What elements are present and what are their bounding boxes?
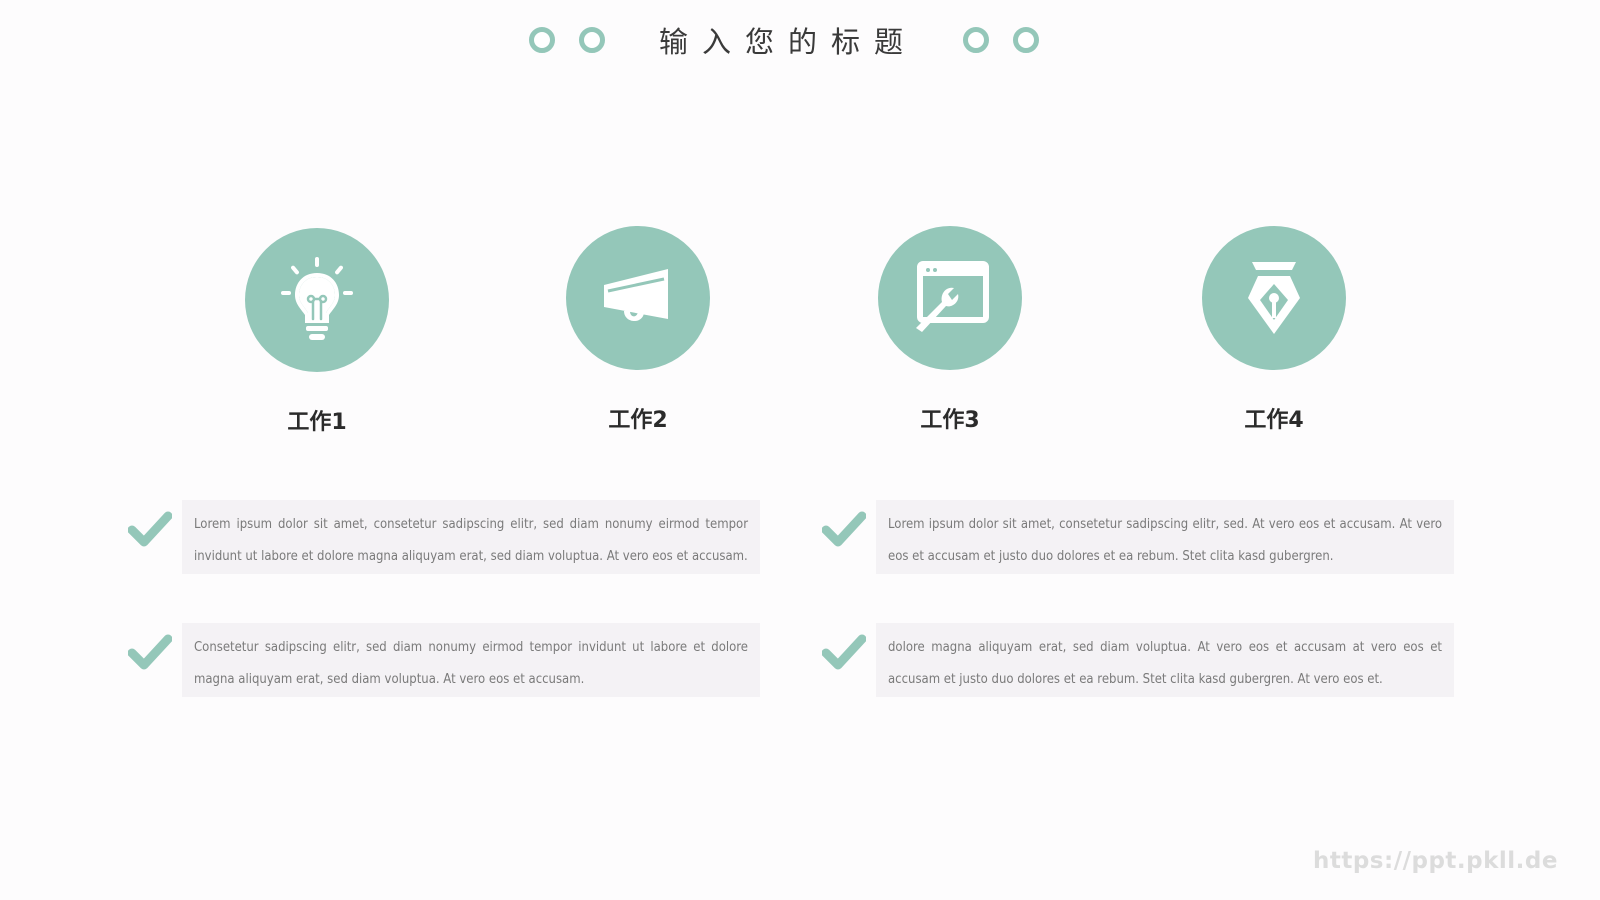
point-item: Consetetur sadipscing elitr, sed diam no…: [128, 623, 760, 697]
point-text: dolore magna aliquyam erat, sed diam vol…: [876, 623, 1454, 697]
header: 输入您的标题: [0, 18, 1568, 62]
page-title: 输入您的标题: [658, 25, 917, 59]
feature-circle: [878, 226, 1022, 370]
feature-card-2: 工作2: [538, 226, 738, 434]
point-text: Lorem ipsum dolor sit amet, consetetur s…: [876, 500, 1454, 574]
point-text: Lorem ipsum dolor sit amet, consetetur s…: [182, 500, 760, 574]
lightbulb-icon: [281, 257, 353, 340]
megaphone-icon: [604, 269, 668, 322]
point-text: Consetetur sadipscing elitr, sed diam no…: [182, 623, 760, 697]
point-item: Lorem ipsum dolor sit amet, consetetur s…: [128, 500, 760, 574]
feature-circle: [1202, 226, 1346, 370]
feature-card-1: 工作1: [217, 228, 417, 436]
pen-nib-icon: [1248, 262, 1300, 334]
check-icon: [822, 511, 866, 547]
watermark: https://ppt.pkll.de: [1312, 848, 1558, 874]
ring-icon: [528, 27, 555, 53]
feature-card-3: 工作3: [850, 226, 1050, 434]
feature-circle: [245, 228, 389, 372]
feature-card-4: 工作4: [1174, 226, 1374, 434]
title-row: 输入您的标题: [528, 18, 1039, 62]
feature-circle: [566, 226, 710, 370]
ring-icon: [1013, 27, 1039, 53]
ring-icon: [578, 27, 605, 53]
point-item: Lorem ipsum dolor sit amet, consetetur s…: [822, 500, 1454, 574]
check-icon: [822, 634, 866, 670]
feature-label: 工作1: [287, 410, 347, 435]
point-item: dolore magna aliquyam erat, sed diam vol…: [822, 623, 1454, 697]
browser-wrench-icon: [916, 261, 989, 332]
feature-label: 工作4: [1244, 408, 1304, 433]
check-icon: [128, 634, 172, 670]
feature-label: 工作3: [920, 408, 980, 433]
check-icon: [128, 511, 172, 547]
feature-label: 工作2: [608, 408, 668, 433]
ring-icon: [963, 27, 989, 53]
